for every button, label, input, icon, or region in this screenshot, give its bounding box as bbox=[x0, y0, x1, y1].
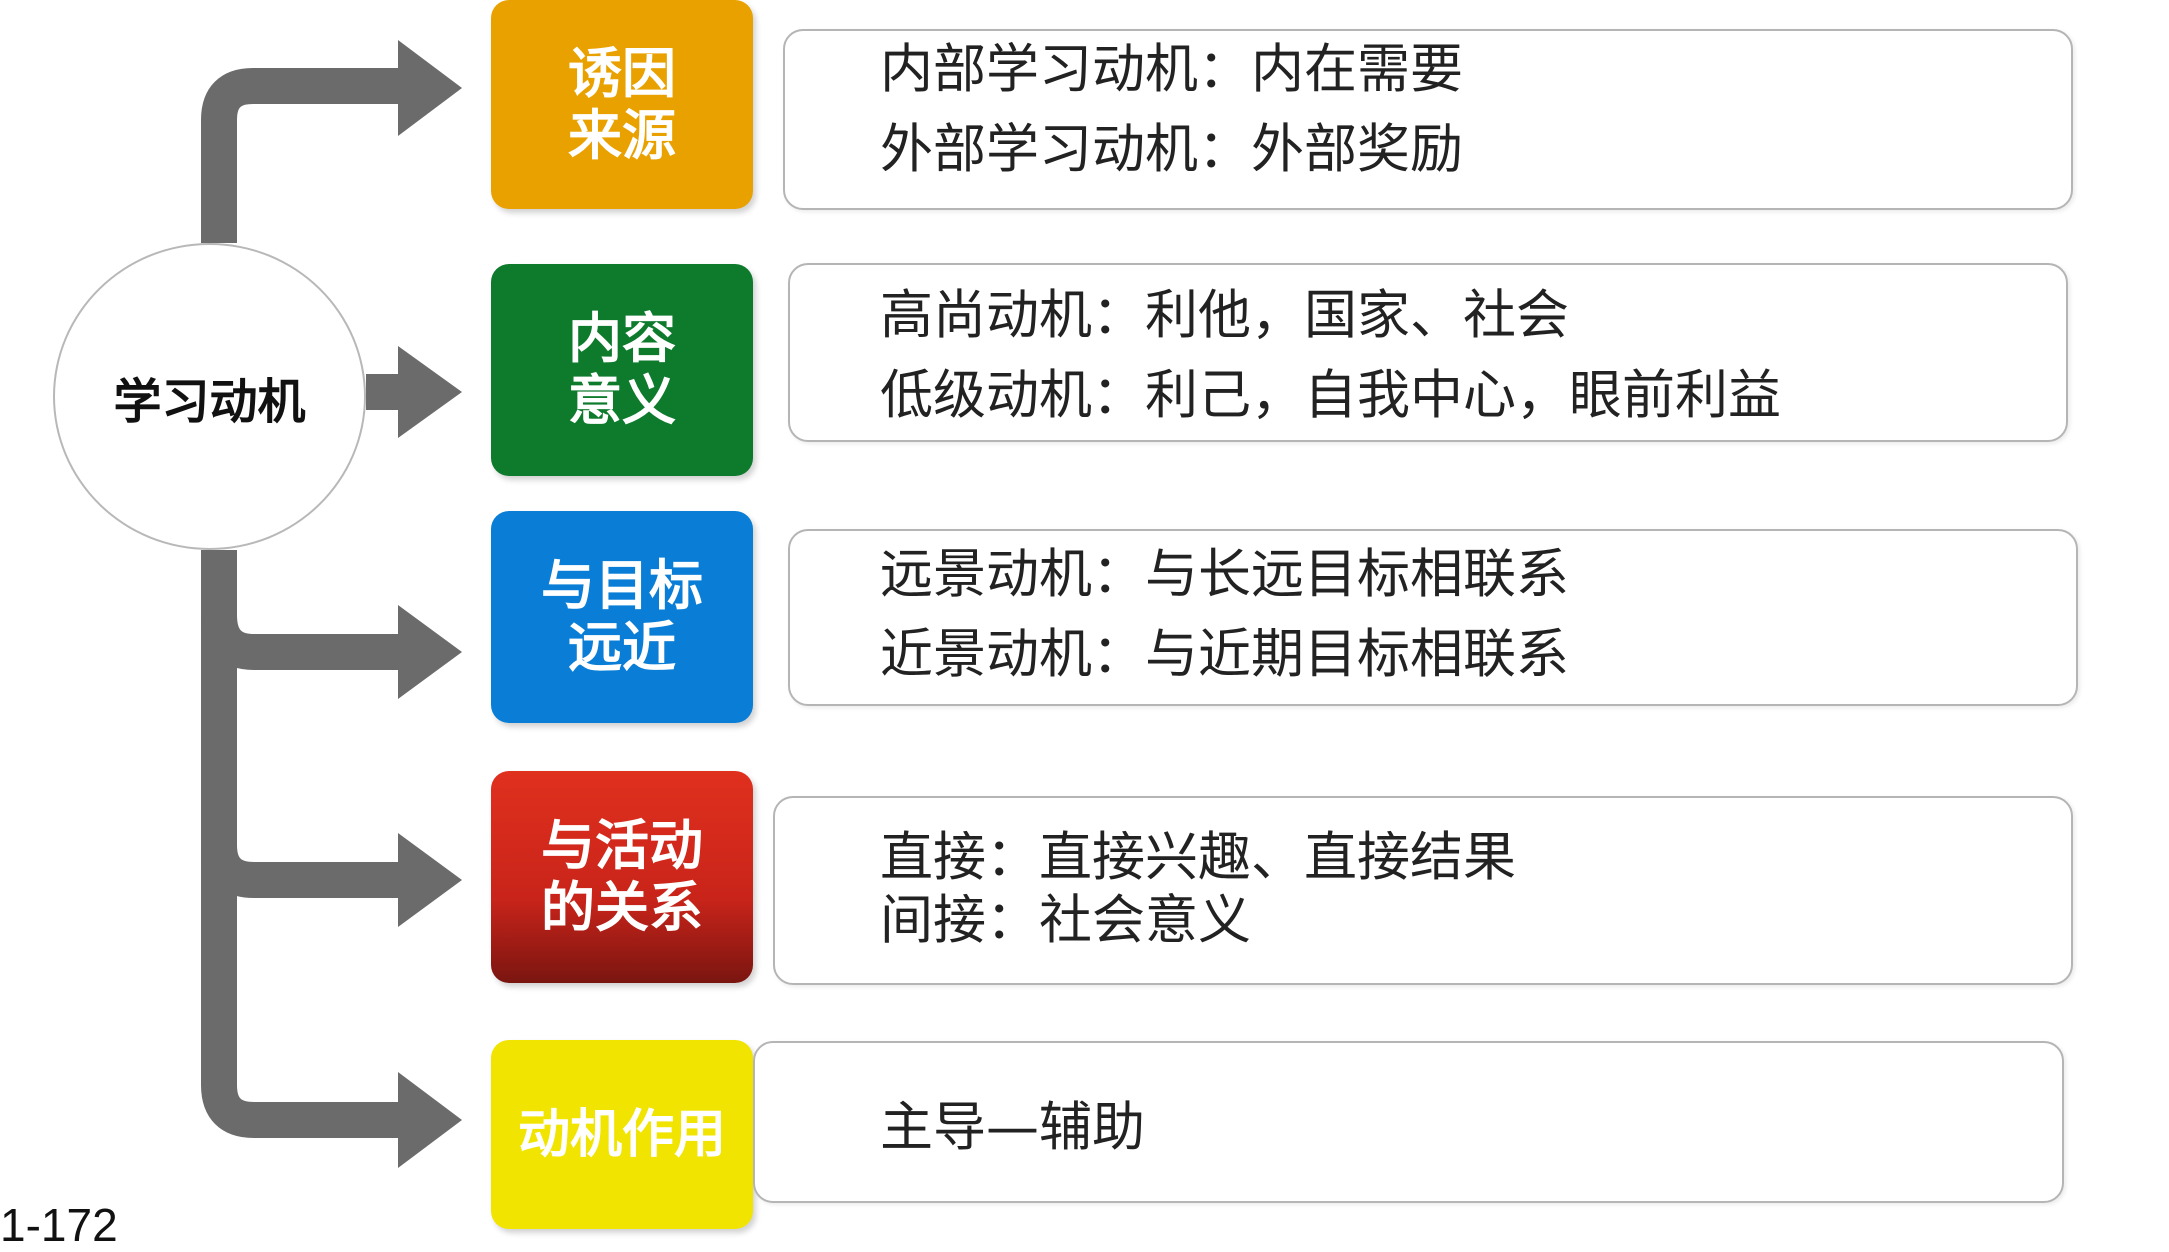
category-motivation-role: 动机作用 bbox=[491, 1040, 753, 1229]
category-label-line2: 来源 bbox=[568, 103, 676, 167]
category-label-line1: 动机作用 bbox=[517, 1104, 726, 1165]
category-label-line1: 与活动 bbox=[541, 814, 703, 877]
slide-number: 1-172 bbox=[0, 1199, 118, 1251]
connector-branch-3 bbox=[201, 614, 410, 670]
detail-text: 高尚动机：利他，国家、社会 bbox=[880, 285, 1569, 346]
category-label-line1: 诱因 bbox=[568, 41, 676, 105]
category-label-line2: 远近 bbox=[568, 616, 676, 679]
arrowhead-3 bbox=[398, 605, 462, 699]
arrowhead-4 bbox=[398, 833, 462, 927]
arrowhead-1 bbox=[398, 40, 462, 136]
detail-text: 直接：直接兴趣、直接结果 bbox=[880, 827, 1516, 888]
arrowhead-5 bbox=[398, 1072, 462, 1168]
detail-text: 外部学习动机：外部奖励 bbox=[880, 119, 1463, 180]
detail-text: 内部学习动机：内在需要 bbox=[880, 39, 1463, 100]
root-label: 学习动机 bbox=[113, 373, 306, 430]
category-content: 内容 意义 bbox=[491, 264, 753, 476]
root-node-learning-motivation: 学习动机 bbox=[53, 243, 366, 550]
detail-text: 间接：社会意义 bbox=[880, 890, 1251, 951]
connector-branch-4 bbox=[201, 843, 410, 898]
connector-up bbox=[201, 68, 410, 243]
arrowhead-2 bbox=[398, 346, 462, 438]
category-label-line2: 意义 bbox=[568, 369, 676, 432]
detail-text: 近景动机：与近期目标相联系 bbox=[880, 624, 1569, 685]
category-source: 诱因 来源 bbox=[491, 0, 753, 209]
detail-text: 低级动机：利己，自我中心，眼前利益 bbox=[880, 365, 1781, 426]
detail-text: 远景动机：与长远目标相联系 bbox=[880, 544, 1569, 605]
category-label-line2: 的关系 bbox=[541, 876, 703, 939]
category-goal-distance: 与目标 远近 bbox=[491, 511, 753, 723]
detail-text: 主导—辅助 bbox=[880, 1097, 1145, 1158]
category-activity-relation: 与活动 的关系 bbox=[491, 771, 753, 983]
category-label-line1: 与目标 bbox=[541, 554, 703, 617]
category-label-line1: 内容 bbox=[568, 307, 676, 370]
